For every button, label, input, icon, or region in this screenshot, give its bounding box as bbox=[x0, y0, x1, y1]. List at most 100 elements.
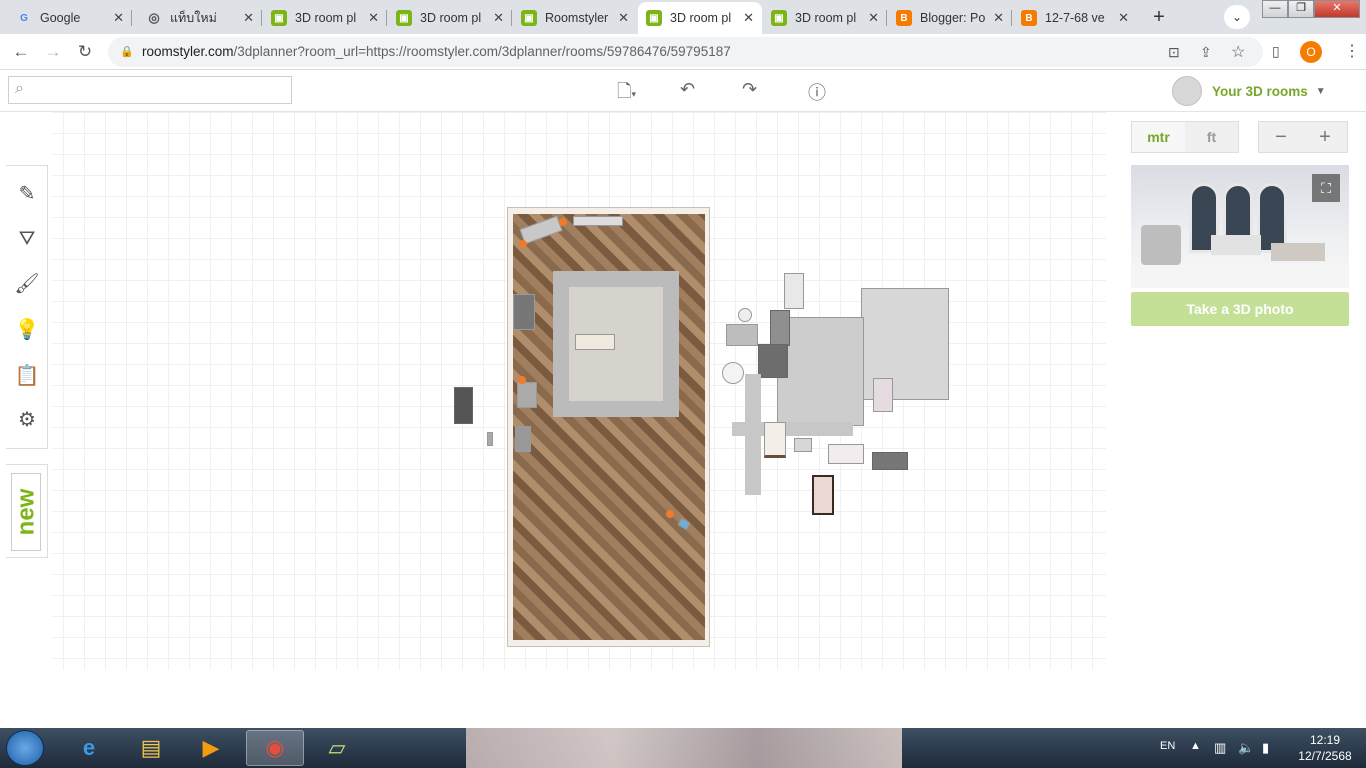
tab-search-button[interactable]: ⌄ bbox=[1224, 5, 1250, 29]
loose-stool[interactable] bbox=[794, 438, 812, 452]
loose-mirror[interactable] bbox=[784, 273, 804, 309]
sticky-notes-icon[interactable]: ▱ bbox=[308, 730, 366, 766]
loose-lamp[interactable] bbox=[487, 432, 493, 446]
zoom-in-button[interactable]: + bbox=[1303, 122, 1347, 152]
new-items-button[interactable]: new bbox=[6, 464, 48, 558]
tab-new-tab[interactable]: ◎ แท็บใหม่ ✕ bbox=[138, 2, 262, 34]
loose-cabinet-dark-2[interactable] bbox=[758, 344, 788, 378]
rug-outer[interactable] bbox=[553, 271, 679, 417]
zoom-out-button[interactable]: − bbox=[1259, 122, 1303, 152]
lock-icon: 🔒 bbox=[120, 46, 134, 58]
sidebar-icon[interactable]: ▯ bbox=[1272, 43, 1280, 60]
loose-cabinet-dark[interactable] bbox=[770, 310, 790, 346]
close-icon[interactable]: ✕ bbox=[1118, 10, 1129, 26]
tab-3d-room-planner-3[interactable]: ▣ 3D room pl ✕ bbox=[763, 2, 887, 34]
close-icon[interactable]: ✕ bbox=[368, 10, 379, 26]
small-object[interactable] bbox=[677, 518, 691, 530]
coffee-table[interactable] bbox=[575, 334, 615, 350]
tab-3d-room-planner-active[interactable]: ▣ 3D room pl ✕ bbox=[638, 2, 762, 34]
avatar bbox=[1172, 76, 1202, 106]
media-player-icon[interactable]: ▶ bbox=[182, 730, 240, 766]
loose-bed[interactable] bbox=[828, 444, 864, 464]
window-close-button[interactable]: ✕ bbox=[1314, 0, 1360, 18]
plant-marker[interactable] bbox=[518, 376, 526, 384]
tab-roomstyler[interactable]: ▣ Roomstyler ✕ bbox=[513, 2, 637, 34]
roomstyler-icon: ▣ bbox=[521, 10, 537, 26]
cabinet[interactable] bbox=[513, 294, 535, 330]
show-hidden-icons[interactable]: ▲ bbox=[1190, 740, 1201, 752]
minimize-button[interactable]: — bbox=[1262, 0, 1288, 18]
plant-marker[interactable] bbox=[559, 218, 567, 226]
loose-nightstand[interactable] bbox=[764, 422, 786, 458]
furniture-tool-icon[interactable]: ⛛ bbox=[14, 226, 40, 252]
close-icon[interactable]: ✕ bbox=[868, 10, 879, 26]
expand-icon[interactable]: ⛶ bbox=[1312, 174, 1340, 202]
walls-tool-icon[interactable]: ✎ bbox=[14, 180, 40, 206]
translate-icon[interactable]: ⊡ bbox=[1168, 44, 1180, 61]
unit-imperial-button[interactable]: ft bbox=[1185, 122, 1238, 152]
loose-chandelier-2[interactable] bbox=[722, 362, 744, 384]
room-floor-plan[interactable] bbox=[507, 207, 710, 647]
reload-button[interactable]: ↻ bbox=[74, 41, 96, 63]
loose-chandelier[interactable] bbox=[738, 308, 752, 322]
browser-tab-strip: G Google ✕ ◎ แท็บใหม่ ✕ ▣ 3D room pl ✕ ▣… bbox=[0, 0, 1366, 34]
search-icon: ⌕ bbox=[15, 80, 24, 97]
menu-kebab-icon[interactable]: ⋮ bbox=[1344, 41, 1360, 61]
file-explorer-icon[interactable]: ▤ bbox=[122, 730, 180, 766]
chrome-icon[interactable]: ◉ bbox=[246, 730, 304, 766]
close-icon[interactable]: ✕ bbox=[743, 10, 754, 26]
tab-3d-room-planner-1[interactable]: ▣ 3D room pl ✕ bbox=[263, 2, 387, 34]
back-button[interactable]: ← bbox=[10, 41, 32, 63]
user-menu[interactable]: Your 3D rooms ▼ bbox=[1172, 76, 1326, 106]
sofa[interactable] bbox=[519, 215, 563, 245]
paint-tool-icon[interactable]: 🖌 bbox=[14, 270, 40, 296]
loose-side-table[interactable] bbox=[726, 324, 758, 346]
tab-blogger[interactable]: B Blogger: Po ✕ bbox=[888, 2, 1012, 34]
close-icon[interactable]: ✕ bbox=[113, 10, 124, 26]
share-icon[interactable]: ⇪ bbox=[1200, 44, 1212, 61]
list-tool-icon[interactable]: 📋 bbox=[14, 362, 40, 388]
new-file-icon[interactable]: 🗋▾ bbox=[617, 79, 636, 109]
forward-button[interactable]: → bbox=[42, 41, 64, 63]
take-3d-photo-button[interactable]: Take a 3D photo bbox=[1131, 292, 1349, 326]
search-input[interactable]: ⌕ bbox=[8, 76, 292, 104]
floor-lamp[interactable] bbox=[515, 426, 531, 452]
loose-crib[interactable] bbox=[812, 475, 834, 515]
bookmark-star-icon[interactable]: ☆ bbox=[1231, 42, 1245, 62]
close-icon[interactable]: ✕ bbox=[493, 10, 504, 26]
loose-chair[interactable] bbox=[873, 378, 893, 412]
signal-icon[interactable]: ▮ bbox=[1262, 740, 1269, 756]
language-indicator[interactable]: EN bbox=[1160, 740, 1175, 752]
maximize-button[interactable]: ❐ bbox=[1288, 0, 1314, 18]
counter-top[interactable] bbox=[573, 216, 623, 226]
close-icon[interactable]: ✕ bbox=[993, 10, 1004, 26]
tab-google[interactable]: G Google ✕ bbox=[8, 2, 132, 34]
loose-bench[interactable] bbox=[872, 452, 908, 470]
profile-avatar[interactable]: O bbox=[1300, 41, 1322, 63]
clock[interactable]: 12:19 12/7/2568 bbox=[1292, 732, 1358, 764]
side-chair[interactable] bbox=[517, 382, 537, 408]
settings-gear-icon[interactable]: ⚙ bbox=[14, 406, 40, 432]
tab-blogger-post[interactable]: B 12-7-68 ve ✕ bbox=[1013, 2, 1137, 34]
floor-plan-canvas[interactable]: ✎ ⛛ 🖌 💡 📋 ⚙ new mtr ft − + ⛶ Take a 3D p… bbox=[0, 112, 1366, 728]
new-tab-button[interactable]: + bbox=[1146, 6, 1172, 28]
redo-icon[interactable]: ↷ bbox=[742, 79, 757, 100]
internet-explorer-icon[interactable]: e bbox=[60, 730, 118, 766]
lighting-tool-icon[interactable]: 💡 bbox=[14, 316, 40, 342]
device-icon[interactable]: ▥ bbox=[1214, 740, 1226, 756]
unit-metric-button[interactable]: mtr bbox=[1132, 122, 1185, 152]
url-input[interactable]: 🔒 roomstyler.com/3dplanner?room_url=http… bbox=[108, 37, 1263, 67]
close-icon[interactable]: ✕ bbox=[618, 10, 629, 26]
tab-3d-room-planner-2[interactable]: ▣ 3D room pl ✕ bbox=[388, 2, 512, 34]
plant-marker[interactable] bbox=[519, 240, 527, 248]
volume-icon[interactable]: 🔈 bbox=[1238, 740, 1254, 756]
plant-marker[interactable] bbox=[666, 510, 674, 518]
loose-cabinet[interactable] bbox=[454, 387, 473, 424]
undo-icon[interactable]: ↶ bbox=[680, 79, 695, 100]
close-icon[interactable]: ✕ bbox=[243, 10, 254, 26]
start-button[interactable] bbox=[6, 730, 44, 766]
left-toolbar: ✎ ⛛ 🖌 💡 📋 ⚙ bbox=[6, 165, 48, 449]
loose-rug[interactable] bbox=[777, 317, 864, 426]
info-icon[interactable]: ⓘ bbox=[808, 79, 826, 105]
loose-plank-horizontal[interactable] bbox=[732, 422, 853, 436]
